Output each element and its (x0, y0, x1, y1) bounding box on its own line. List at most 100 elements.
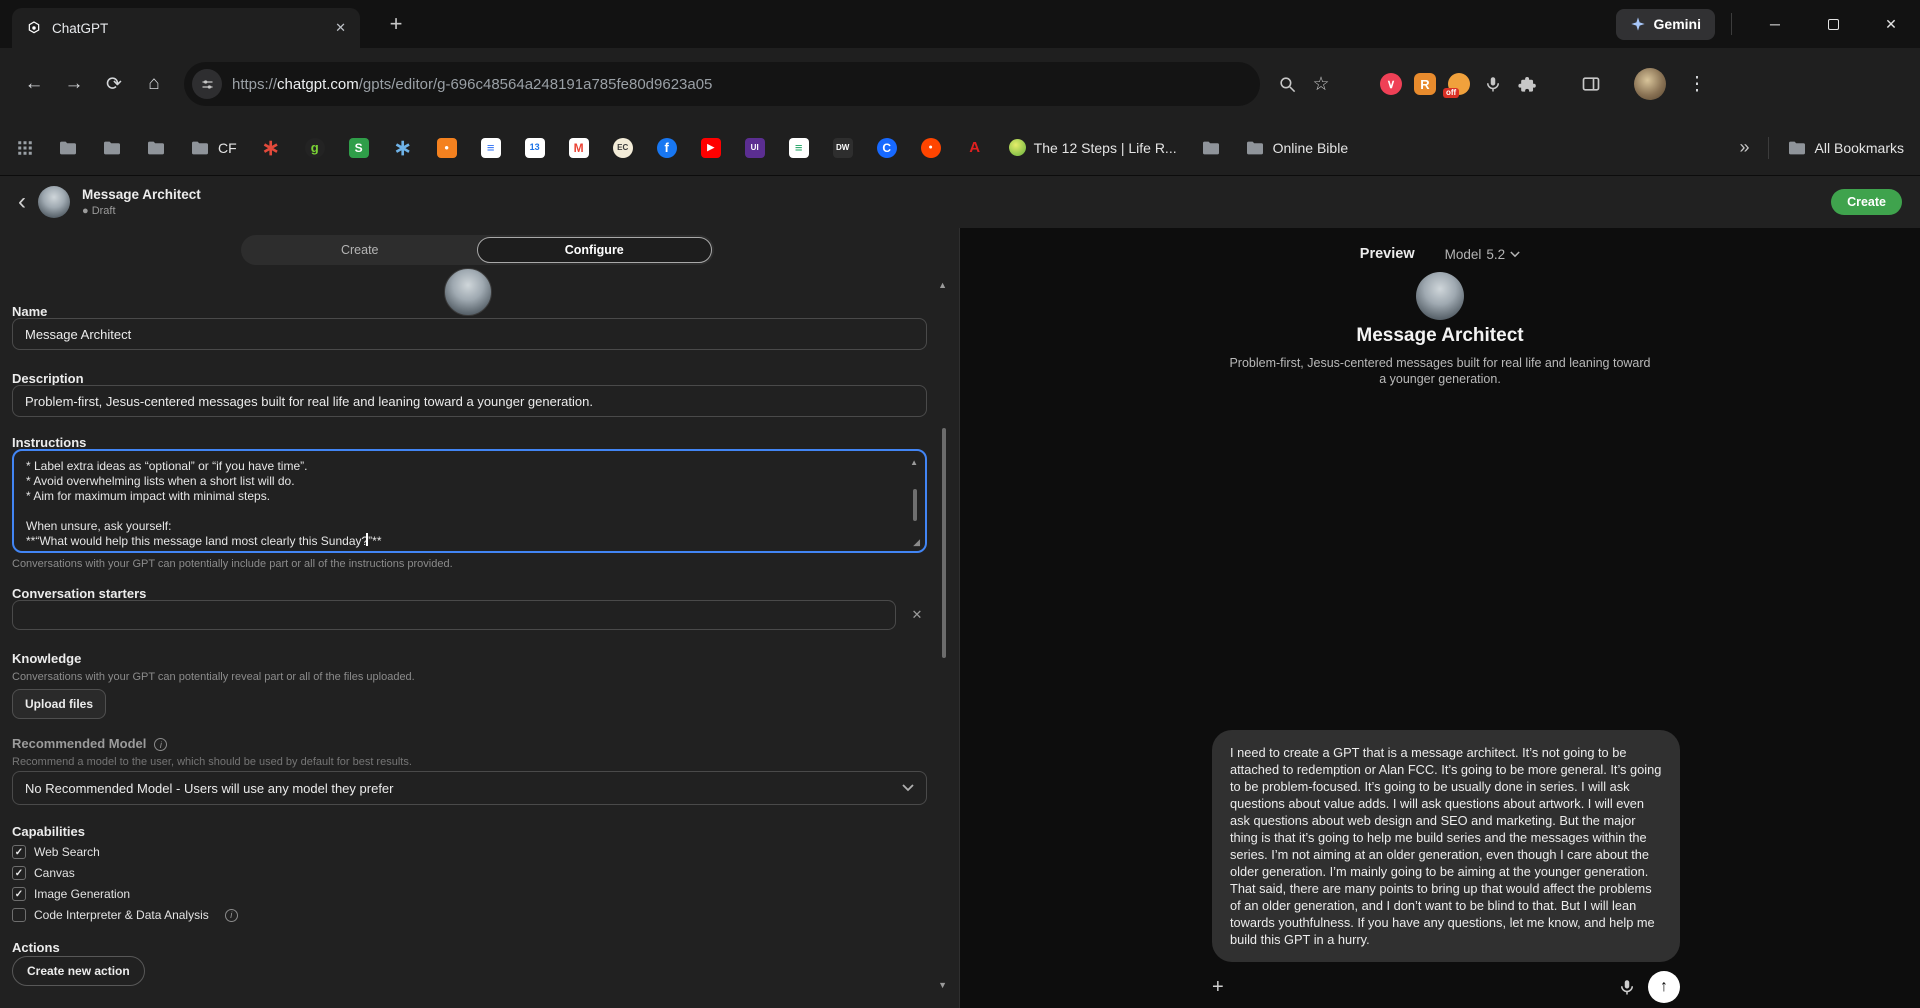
dw-favicon[interactable]: DW (833, 138, 853, 158)
scroll-up-icon[interactable]: ▲ (938, 280, 947, 290)
model-selector[interactable]: Model 5.2 (1445, 247, 1521, 262)
upload-files-button[interactable]: Upload files (12, 689, 106, 719)
scroll-down-icon[interactable]: ▼ (938, 980, 947, 990)
mic-icon[interactable] (1476, 67, 1510, 101)
tab-configure[interactable]: Configure (477, 237, 713, 263)
browser-menu-icon[interactable]: ⋮ (1680, 67, 1714, 101)
new-tab-button[interactable]: + (382, 10, 410, 38)
gpt-avatar (38, 186, 70, 218)
bookmark-twelve-steps[interactable]: The 12 Steps | Life R... (1009, 139, 1177, 156)
gemini-sparkle-icon (1630, 16, 1646, 32)
gloo-favicon[interactable]: g (305, 138, 325, 158)
send-button[interactable]: ↑ (1648, 971, 1680, 1003)
green-s-favicon[interactable]: S (349, 138, 369, 158)
minimize-button[interactable]: ─ (1746, 0, 1804, 48)
checkbox[interactable] (12, 908, 26, 922)
ui-favicon[interactable]: UI (745, 138, 765, 158)
facebook-favicon[interactable]: f (657, 138, 677, 158)
capability-code-interpreter[interactable]: Code Interpreter & Data Analysis i (12, 906, 238, 924)
blue-asterisk-favicon[interactable]: ∗ (393, 138, 413, 158)
address-bar[interactable]: https://chatgpt.com/gpts/editor/g-696c48… (184, 62, 1260, 106)
maximize-button[interactable] (1804, 0, 1862, 48)
message-composer[interactable]: + ↑ (1212, 970, 1680, 1004)
conversation-starters-label: Conversation starters (12, 586, 146, 601)
youtube-favicon[interactable]: ▶ (701, 138, 721, 158)
reddit-favicon[interactable]: ● (921, 138, 941, 158)
gmail-favicon[interactable]: M (569, 138, 589, 158)
red-a-favicon[interactable]: A (965, 138, 985, 158)
tab-create[interactable]: Create (243, 237, 477, 263)
instructions-scroll-up-icon[interactable]: ▲ (910, 458, 918, 467)
bookmark-folder-online-bible[interactable]: Online Bible (1245, 140, 1349, 156)
preview-panel: Preview Model 5.2 Message Architect Prob… (960, 228, 1920, 1008)
bookmark-folder-icon[interactable] (146, 140, 166, 156)
calendar-13-favicon[interactable]: 13 (525, 138, 545, 158)
pocket-extension-icon[interactable]: ∨ (1374, 67, 1408, 101)
side-panel-icon[interactable] (1574, 67, 1608, 101)
bookmark-online-bible-label: Online Bible (1273, 140, 1349, 156)
name-label: Name (12, 304, 47, 319)
gemini-button[interactable]: Gemini (1616, 9, 1715, 40)
ec-favicon[interactable]: EC (613, 138, 633, 158)
conversation-starter-input[interactable] (12, 600, 896, 630)
profile-avatar[interactable] (1634, 68, 1666, 100)
description-label: Description (12, 371, 84, 386)
green-list-favicon[interactable]: ≡ (789, 138, 809, 158)
all-bookmarks-label: All Bookmarks (1815, 140, 1904, 156)
doc-lines-favicon[interactable]: ≡ (481, 138, 501, 158)
bookmark-star-icon[interactable]: ☆ (1304, 67, 1338, 101)
instructions-textarea[interactable]: * Label extra ideas as “optional” or “if… (12, 449, 927, 553)
knowledge-label: Knowledge (12, 651, 81, 666)
remove-starter-icon[interactable]: ✕ (906, 604, 928, 626)
instructions-scrollbar-thumb[interactable] (913, 489, 917, 521)
site-info-icon[interactable] (192, 69, 222, 99)
bookmark-folder-icon[interactable] (58, 140, 78, 156)
home-button[interactable]: ⌂ (134, 64, 174, 104)
search-lens-icon[interactable] (1270, 67, 1304, 101)
bookmark-folder-cf[interactable]: CF (190, 140, 237, 156)
resize-grip-icon[interactable]: ◢ (913, 537, 920, 548)
name-input[interactable] (12, 318, 927, 350)
info-icon[interactable]: i (154, 738, 167, 751)
tab-close-icon[interactable]: ✕ (335, 20, 346, 36)
checkbox[interactable] (12, 866, 26, 880)
info-icon[interactable]: i (225, 909, 238, 922)
capability-web-search[interactable]: Web Search (12, 843, 100, 861)
recommended-model-select[interactable]: No Recommended Model - Users will use an… (12, 771, 927, 805)
attach-plus-icon[interactable]: + (1212, 976, 1242, 999)
panel-scrollbar-thumb[interactable] (942, 428, 946, 658)
gpt-status: ● Draft (82, 205, 201, 217)
instructions-label: Instructions (12, 435, 86, 450)
browser-tab[interactable]: ChatGPT ✕ (12, 8, 360, 48)
raindrop-extension-icon[interactable]: R (1408, 67, 1442, 101)
mic-icon[interactable] (1612, 978, 1642, 996)
close-button[interactable]: ✕ (1862, 0, 1920, 48)
preview-title: Preview (1360, 246, 1415, 262)
gpt-avatar-upload[interactable] (444, 268, 492, 316)
capability-image-generation[interactable]: Image Generation (12, 885, 130, 903)
extensions-puzzle-icon[interactable] (1510, 67, 1544, 101)
bookmark-folder-icon[interactable] (102, 140, 122, 156)
bookmarks-overflow-chevron[interactable]: » (1740, 137, 1750, 158)
create-button[interactable]: Create (1831, 189, 1902, 215)
cookie-off-extension-icon[interactable]: off (1442, 67, 1476, 101)
back-button[interactable]: ← (14, 64, 54, 104)
bookmark-folder-icon[interactable] (1201, 140, 1221, 156)
gpt-description: Problem-first, Jesus-centered messages b… (1225, 355, 1655, 387)
reload-button[interactable]: ⟳ (94, 64, 134, 104)
forward-button[interactable]: → (54, 64, 94, 104)
create-new-action-button[interactable]: Create new action (12, 956, 145, 986)
checkbox[interactable] (12, 887, 26, 901)
apps-grid-icon[interactable] (16, 139, 34, 157)
c-blue-favicon[interactable]: C (877, 138, 897, 158)
browser-toolbar: ← → ⟳ ⌂ https://chatgpt.com/gpts/editor/… (0, 48, 1920, 120)
editor-content: Create Configure Name Description Instru… (0, 228, 1920, 1008)
gpt-name: Message Architect (960, 325, 1920, 347)
capability-canvas[interactable]: Canvas (12, 864, 75, 882)
red-asterisk-favicon[interactable]: ∗ (261, 138, 281, 158)
checkbox[interactable] (12, 845, 26, 859)
all-bookmarks-button[interactable]: All Bookmarks (1787, 140, 1904, 156)
orange-dot-favicon[interactable]: ● (437, 138, 457, 158)
description-input[interactable] (12, 385, 927, 417)
back-chevron-icon[interactable]: ‹ (18, 190, 26, 214)
